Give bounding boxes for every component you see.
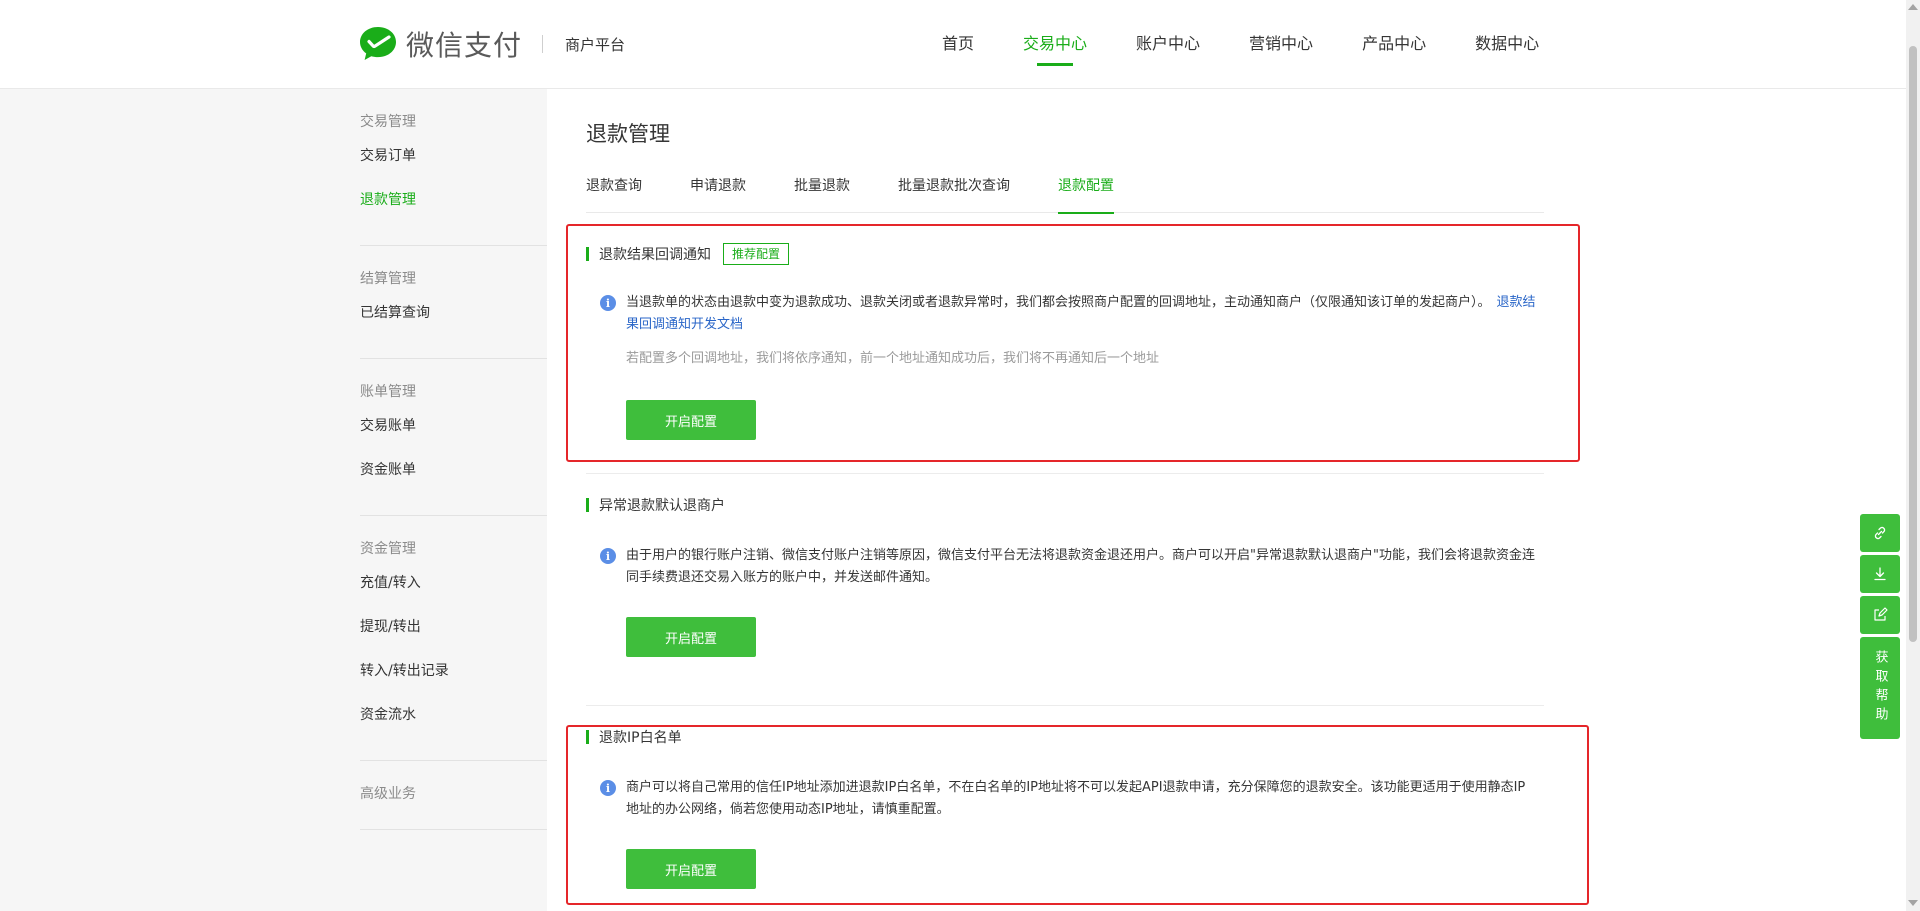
main-content: 退款管理 退款查询 申请退款 批量退款 批量退款批次查询 退款配置 退款结果回调… — [586, 89, 1544, 889]
main-nav: 首页 交易中心 账户中心 营销中心 产品中心 数据中心 — [942, 30, 1539, 68]
sidebar-group-funds: 资金管理 充值/转入 提现/转出 转入/转出记录 资金流水 — [360, 516, 547, 761]
sidebar-item-trade-bill[interactable]: 交易账单 — [360, 415, 547, 437]
sidebar-group-title[interactable]: 高级业务 — [360, 783, 547, 805]
sidebar-group-advanced: 高级业务 — [360, 761, 547, 830]
sidebar-group-settlement: 结算管理 已结算查询 — [360, 246, 547, 359]
sidebar-item-refund-management[interactable]: 退款管理 — [360, 189, 547, 211]
get-help-button[interactable]: 获取帮助 — [1860, 637, 1900, 739]
sidebar-group-trade: 交易管理 交易订单 退款管理 — [360, 89, 547, 246]
sidebar-item-transfer-records[interactable]: 转入/转出记录 — [360, 660, 547, 682]
brand-separator — [542, 35, 544, 53]
section-description: 由于用户的银行账户注销、微信支付账户注销等原因，微信支付平台无法将退款资金退还用… — [626, 548, 1535, 585]
nav-marketing-center[interactable]: 营销中心 — [1249, 30, 1313, 68]
sidebar-group-bills: 账单管理 交易账单 资金账单 — [360, 359, 547, 516]
highlight-box-callback — [566, 224, 1580, 462]
tab-refund-config[interactable]: 退款配置 — [1058, 173, 1114, 214]
section-info: i 由于用户的银行账户注销、微信支付账户注销等原因，微信支付平台无法将退款资金退… — [586, 545, 1544, 589]
section-header: 异常退款默认退商户 — [586, 493, 1544, 517]
floating-toolbar: 获取帮助 — [1860, 514, 1900, 739]
sidebar-group-title: 资金管理 — [360, 541, 416, 557]
scroll-down-icon[interactable] — [1908, 900, 1918, 906]
tab-apply-refund[interactable]: 申请退款 — [690, 173, 746, 213]
nav-account-center[interactable]: 账户中心 — [1136, 30, 1200, 68]
nav-product-center[interactable]: 产品中心 — [1362, 30, 1426, 68]
enable-abnormal-refund-button[interactable]: 开启配置 — [626, 617, 756, 657]
sidebar-item-fund-flow[interactable]: 资金流水 — [360, 704, 547, 726]
nav-home[interactable]: 首页 — [942, 30, 974, 68]
tab-batch-refund[interactable]: 批量退款 — [794, 173, 850, 213]
nav-data-center[interactable]: 数据中心 — [1475, 30, 1539, 68]
link-icon[interactable] — [1860, 514, 1900, 552]
tab-batch-refund-query[interactable]: 批量退款批次查询 — [898, 173, 1010, 213]
wechat-pay-logo-icon — [360, 27, 396, 60]
info-icon: i — [600, 548, 616, 564]
scroll-up-icon[interactable] — [1908, 4, 1918, 10]
refund-subtabs: 退款查询 申请退款 批量退款 批量退款批次查询 退款配置 — [586, 173, 1544, 214]
sidebar-item-fund-bill[interactable]: 资金账单 — [360, 459, 547, 481]
sidebar-item-trade-orders[interactable]: 交易订单 — [360, 145, 547, 167]
sidebar-item-recharge[interactable]: 充值/转入 — [360, 572, 547, 594]
top-bar: 微信支付 商户平台 首页 交易中心 账户中心 营销中心 产品中心 数据中心 — [0, 0, 1920, 89]
page-title: 退款管理 — [586, 122, 670, 146]
sidebar-item-settled-query[interactable]: 已结算查询 — [360, 302, 547, 324]
download-icon[interactable] — [1860, 555, 1900, 593]
section-title: 异常退款默认退商户 — [599, 498, 725, 514]
highlight-box-ip-whitelist — [566, 725, 1589, 905]
section-divider — [586, 705, 1544, 706]
section-accent-bar — [586, 498, 589, 512]
brand-logo[interactable]: 微信支付 商户平台 — [358, 24, 625, 64]
sidebar-item-withdraw[interactable]: 提现/转出 — [360, 616, 547, 638]
sidebar-group-title: 交易管理 — [360, 114, 416, 130]
sidebar-group-title: 结算管理 — [360, 271, 416, 287]
section-divider — [586, 473, 1544, 474]
section-abnormal-refund: 异常退款默认退商户 i 由于用户的银行账户注销、微信支付账户注销等原因，微信支付… — [586, 493, 1544, 657]
edit-icon[interactable] — [1860, 596, 1900, 634]
nav-trade-center[interactable]: 交易中心 — [1023, 30, 1087, 68]
sidebar: 交易管理 交易订单 退款管理 结算管理 已结算查询 账单管理 交易账单 资金账单… — [360, 89, 547, 830]
sidebar-group-title: 账单管理 — [360, 384, 416, 400]
scrollbar-thumb[interactable] — [1909, 46, 1917, 642]
brand-name: 微信支付 — [406, 29, 523, 62]
tab-refund-query[interactable]: 退款查询 — [586, 173, 642, 213]
brand-subtitle: 商户平台 — [565, 35, 626, 54]
